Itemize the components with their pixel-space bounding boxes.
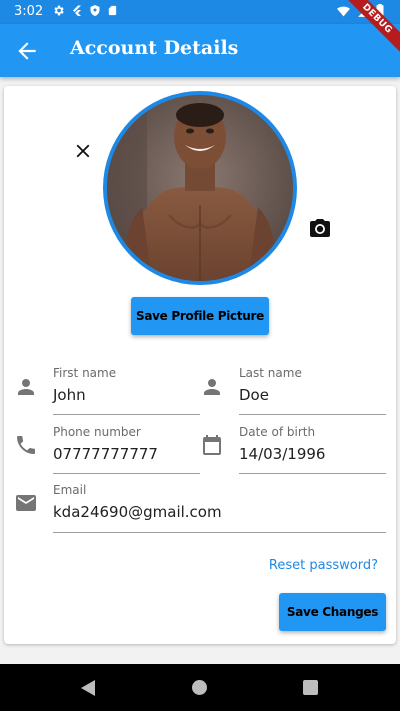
- shield-icon: [90, 5, 100, 16]
- phone-number-field[interactable]: Phone number 07777777777: [53, 425, 200, 474]
- email-label: Email: [53, 483, 87, 497]
- nav-recents-icon[interactable]: [303, 680, 318, 695]
- person-icon: [18, 379, 34, 395]
- nav-back-icon[interactable]: [81, 680, 96, 696]
- debug-ribbon-label: DEBUG: [340, 0, 400, 56]
- nav-home-icon[interactable]: [192, 680, 207, 695]
- flutter-icon: [73, 5, 81, 16]
- change-picture-button[interactable]: [308, 216, 332, 240]
- date-of-birth-label: Date of birth: [239, 425, 316, 439]
- back-button[interactable]: [14, 38, 40, 64]
- email-field[interactable]: Email kda24690@gmail.com: [53, 483, 386, 533]
- debug-banner: DEBUG: [340, 0, 400, 60]
- status-icons-left: [52, 4, 118, 17]
- last-name-value: Doe: [239, 386, 269, 404]
- last-name-label: Last name: [239, 366, 302, 380]
- account-card: Save Profile Picture First name John Las…: [4, 86, 396, 644]
- reset-password-link[interactable]: Reset password?: [269, 558, 378, 573]
- system-nav-bar: [0, 664, 400, 711]
- first-name-label: First name: [53, 366, 117, 380]
- email-icon: [16, 495, 36, 511]
- last-name-field[interactable]: Last name Doe: [239, 366, 386, 415]
- status-time: 3:02: [14, 4, 44, 19]
- phone-number-value: 07777777777: [53, 445, 158, 463]
- arrow-back-icon: [18, 42, 36, 60]
- phone-icon: [17, 436, 35, 454]
- person-icon: [204, 379, 220, 395]
- profile-avatar[interactable]: [103, 91, 297, 285]
- gear-icon: [54, 5, 64, 16]
- date-of-birth-value: 14/03/1996: [239, 445, 326, 463]
- first-name-value: John: [53, 386, 86, 404]
- email-value: kda24690@gmail.com: [53, 503, 222, 521]
- save-changes-button[interactable]: Save Changes: [279, 593, 386, 631]
- first-name-field[interactable]: First name John: [53, 366, 200, 415]
- calendar-icon[interactable]: [200, 433, 224, 457]
- sd-card-icon: [108, 5, 117, 16]
- page-title: Account Details: [70, 37, 239, 59]
- save-profile-picture-button[interactable]: Save Profile Picture: [131, 297, 269, 335]
- remove-picture-button[interactable]: [72, 140, 94, 162]
- profile-photo: [107, 95, 293, 281]
- phone-number-label: Phone number: [53, 425, 141, 439]
- close-icon: [76, 144, 90, 158]
- date-of-birth-field[interactable]: Date of birth 14/03/1996: [239, 425, 386, 474]
- camera-icon: [310, 219, 330, 237]
